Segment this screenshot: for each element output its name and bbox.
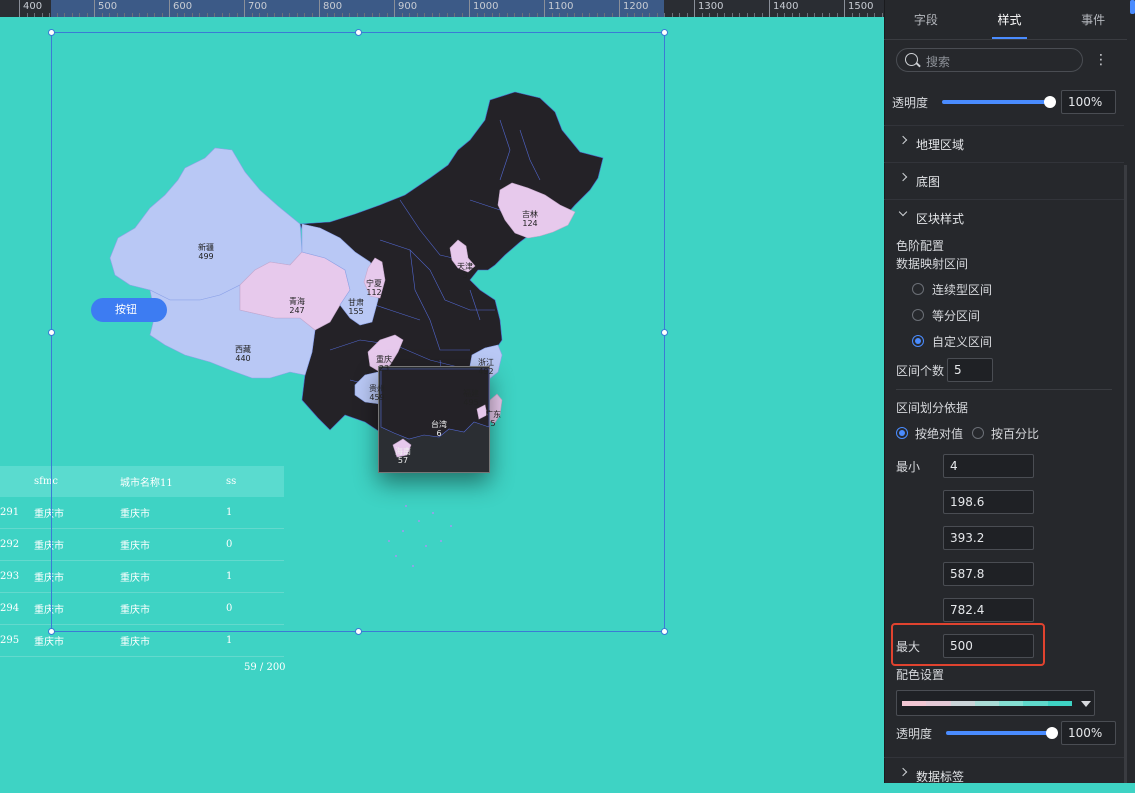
min-label: 最小 [896, 460, 921, 474]
break-input-5[interactable]: 782.4 [943, 598, 1034, 622]
opacity-slider-knob[interactable] [1044, 96, 1056, 108]
basis-label: 区间划分依据 [896, 401, 969, 415]
resize-handle-bl[interactable] [48, 628, 55, 635]
mapping-range-label: 数据映射区间 [896, 257, 969, 271]
dropdown-arrow-icon [1081, 701, 1091, 707]
tab-events[interactable]: 事件 [1051, 0, 1135, 39]
divider [896, 389, 1112, 390]
palette-gradient [902, 701, 1072, 706]
radio-continuous[interactable] [912, 283, 924, 295]
table-pager[interactable]: 59 / 200 [244, 662, 286, 673]
opacity2-slider[interactable] [946, 731, 1054, 735]
resize-handle-t[interactable] [355, 29, 362, 36]
section-geo-area[interactable]: 地理区域 [884, 125, 1124, 161]
panel-tabs: 字段 样式 事件 [884, 0, 1135, 40]
radio-absolute[interactable] [896, 427, 908, 439]
selection-frame[interactable] [48, 29, 668, 635]
tab-fields[interactable]: 字段 [884, 0, 968, 39]
resize-handle-b[interactable] [355, 628, 362, 635]
opacity-slider[interactable] [942, 100, 1050, 104]
chevron-right-icon [898, 172, 908, 182]
opacity2-slider-knob[interactable] [1046, 727, 1058, 739]
section-data-labels[interactable]: 数据标签 [884, 757, 1124, 793]
chevron-right-icon [898, 767, 908, 777]
highlight-max-field [891, 623, 1045, 666]
radio-equal[interactable] [912, 309, 924, 321]
resize-handle-l[interactable] [48, 329, 55, 336]
opacity2-label: 透明度 [896, 727, 933, 741]
section-block-style[interactable]: 区块样式 [884, 199, 1124, 235]
resize-handle-br[interactable] [661, 628, 668, 635]
design-canvas[interactable]: 400 500 600 700 800 900 1000 1100 1200 1300 1400 15… [0, 0, 884, 783]
section-base-map[interactable]: 底图 [884, 162, 1124, 198]
resize-handle-r[interactable] [661, 329, 668, 336]
search-icon [905, 53, 918, 66]
palette-select[interactable] [896, 690, 1095, 716]
break-input-3[interactable]: 393.2 [943, 526, 1034, 550]
resize-handle-tl[interactable] [48, 29, 55, 36]
opacity-label: 透明度 [892, 96, 929, 110]
radio-custom[interactable] [912, 335, 924, 347]
tab-style[interactable]: 样式 [968, 0, 1052, 39]
palette-label: 配色设置 [896, 668, 945, 682]
interval-count-input[interactable]: 5 [947, 358, 993, 382]
break-input-min[interactable]: 4 [943, 454, 1034, 478]
search-input[interactable]: 搜索 [896, 48, 1083, 72]
opacity2-input[interactable]: 100% [1061, 721, 1116, 745]
chevron-down-icon [898, 207, 908, 217]
radio-percent[interactable] [972, 427, 984, 439]
break-input-4[interactable]: 587.8 [943, 562, 1034, 586]
break-input-2[interactable]: 198.6 [943, 490, 1034, 514]
color-scale-label: 色阶配置 [896, 239, 945, 253]
right-edge-strip [1127, 0, 1135, 783]
chevron-right-icon [898, 135, 908, 145]
opacity-input[interactable]: 100% [1061, 90, 1116, 114]
interval-count-label: 区间个数 [896, 364, 945, 378]
more-options-icon[interactable]: ⋮ [1094, 50, 1108, 70]
resize-handle-tr[interactable] [661, 29, 668, 36]
